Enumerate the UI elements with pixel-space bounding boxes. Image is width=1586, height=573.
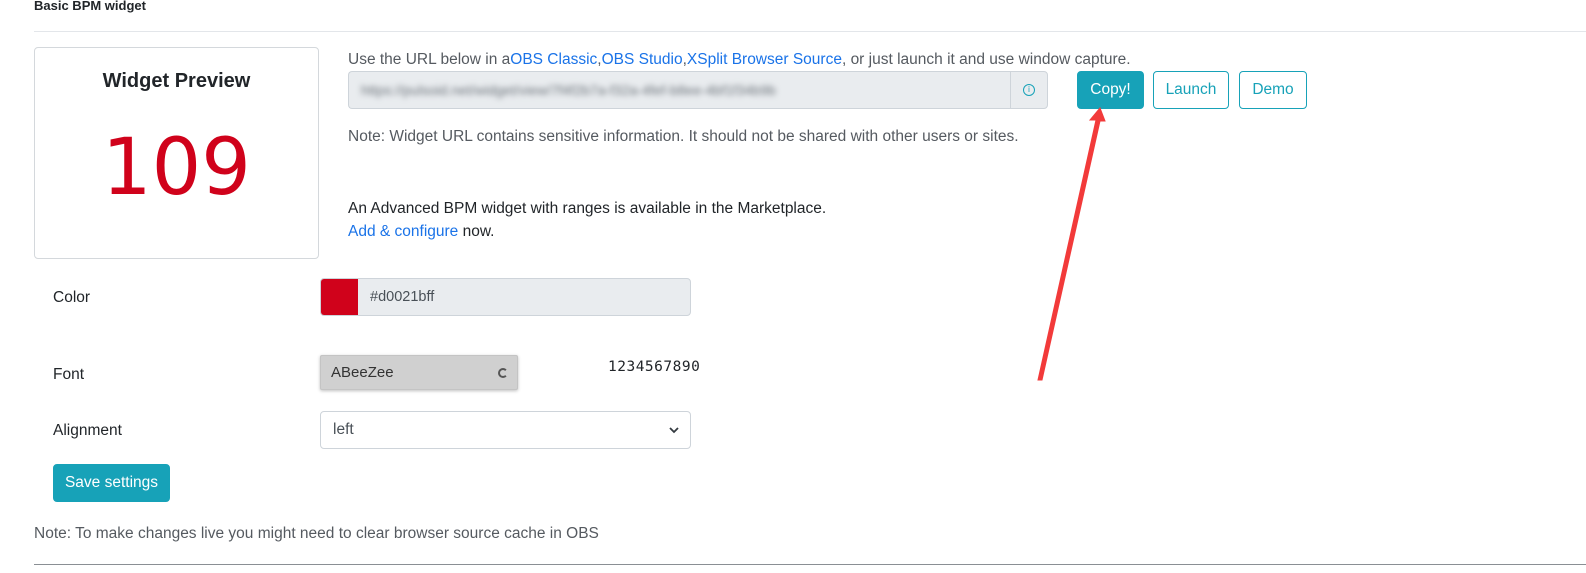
title-divider	[34, 31, 1586, 32]
link-obs-classic[interactable]: OBS Classic	[510, 51, 597, 68]
alignment-label: Alignment	[53, 422, 122, 439]
chevron-down-icon	[669, 427, 679, 434]
cache-note: Note: To make changes live you might nee…	[34, 525, 599, 542]
widget-preview-title: Widget Preview	[102, 70, 251, 92]
color-label: Color	[53, 289, 91, 306]
link-obs-studio[interactable]: OBS Studio	[602, 51, 683, 68]
url-help-suffix: , or just launch it and use window captu…	[841, 51, 1131, 68]
advanced-widget-link-line: Add & configure now.	[348, 223, 495, 241]
info-icon: i	[1023, 84, 1035, 96]
font-select-value: ABeeZee	[331, 364, 394, 381]
widget-url-group: https://pulsoid.net/widget/view/7f4f2b7a…	[348, 71, 1048, 109]
add-configure-suffix: now.	[458, 223, 495, 240]
url-sensitivity-note: Note: Widget URL contains sensitive info…	[348, 128, 1019, 145]
url-help-text: Use the URL below in aOBS Classic,OBS St…	[348, 51, 1131, 68]
widget-url-value: https://pulsoid.net/widget/view/7f4f2b7a…	[361, 82, 776, 98]
color-swatch[interactable]	[321, 279, 358, 315]
color-value[interactable]: #d0021bff	[358, 279, 434, 315]
demo-button[interactable]: Demo	[1239, 71, 1307, 109]
launch-button[interactable]: Launch	[1153, 71, 1229, 109]
font-label: Font	[53, 366, 85, 383]
widget-url-field[interactable]: https://pulsoid.net/widget/view/7f4f2b7a…	[348, 71, 1010, 109]
url-help-prefix: Use the URL below in a	[348, 51, 511, 68]
font-sample-preview: 1234567890	[608, 359, 701, 375]
loading-spinner-icon	[498, 368, 508, 378]
alignment-select-value: left	[333, 421, 354, 438]
alignment-select[interactable]: left	[320, 411, 691, 449]
bpm-widget-page: Basic BPM widget Widget Preview 109 Use …	[0, 0, 1586, 573]
save-settings-button[interactable]: Save settings	[53, 464, 170, 502]
section-title: Basic BPM widget	[34, 0, 146, 13]
advanced-widget-text: An Advanced BPM widget with ranges is av…	[348, 200, 827, 217]
bottom-divider	[34, 564, 1586, 565]
link-xsplit-browser-source[interactable]: XSplit Browser Source	[687, 51, 842, 68]
copy-button[interactable]: Copy!	[1077, 71, 1144, 109]
add-configure-link[interactable]: Add & configure	[348, 223, 458, 240]
url-info-button[interactable]: i	[1010, 71, 1048, 109]
font-select[interactable]: ABeeZee	[320, 355, 518, 390]
bpm-value: 109	[102, 123, 251, 213]
color-picker-field[interactable]: #d0021bff	[320, 278, 691, 316]
